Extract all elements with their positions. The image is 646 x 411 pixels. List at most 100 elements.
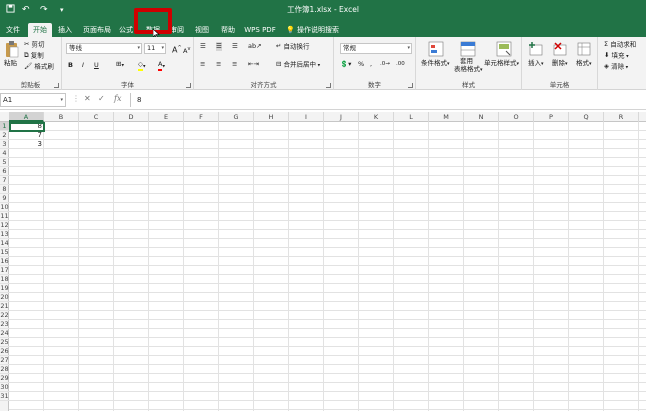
- name-box-dropdown-icon[interactable]: ▾: [60, 94, 63, 106]
- format-cells-icon[interactable]: [576, 41, 592, 57]
- clipboard-launcher-icon[interactable]: [54, 83, 59, 88]
- tab-help[interactable]: 帮助: [216, 23, 240, 37]
- borders-button[interactable]: ⊞▾: [116, 60, 124, 71]
- conditional-format-icon[interactable]: [428, 41, 444, 57]
- column-header[interactable]: I: [289, 112, 324, 122]
- row-header[interactable]: 20: [0, 293, 9, 302]
- row-header[interactable]: 24: [0, 329, 9, 338]
- row-header[interactable]: 3: [0, 140, 9, 149]
- row-header[interactable]: 19: [0, 284, 9, 293]
- column-header[interactable]: A: [9, 112, 44, 122]
- font-name-select[interactable]: 等线 ▾: [66, 43, 142, 54]
- row-header[interactable]: 18: [0, 275, 9, 284]
- shrink-font-button[interactable]: Av: [183, 45, 190, 56]
- align-left-icon[interactable]: ≡: [200, 60, 205, 69]
- delete-cells-button[interactable]: 删除▾: [552, 59, 568, 69]
- indent-icon[interactable]: ⇤⇥: [248, 60, 259, 69]
- format-as-table-button[interactable]: 表格格式▾: [454, 65, 483, 75]
- cut-button[interactable]: ✂ 剪切: [24, 40, 45, 50]
- row-header[interactable]: 9: [0, 194, 9, 203]
- align-right-icon[interactable]: ≡: [232, 60, 237, 69]
- tab-wps-pdf[interactable]: WPS PDF: [242, 23, 278, 37]
- column-header[interactable]: J: [324, 112, 359, 122]
- column-header[interactable]: O: [499, 112, 534, 122]
- column-header[interactable]: K: [359, 112, 394, 122]
- row-header[interactable]: 25: [0, 338, 9, 347]
- row-header[interactable]: 23: [0, 320, 9, 329]
- row-header[interactable]: 14: [0, 239, 9, 248]
- row-header[interactable]: 17: [0, 266, 9, 275]
- row-header[interactable]: 5: [0, 158, 9, 167]
- cell-styles-button[interactable]: 单元格样式▾: [484, 59, 519, 69]
- row-header[interactable]: 10: [0, 203, 9, 212]
- row-header[interactable]: 13: [0, 230, 9, 239]
- underline-button[interactable]: U: [94, 61, 99, 70]
- percent-icon[interactable]: %: [358, 60, 364, 69]
- autosum-button[interactable]: Σ 自动求和: [604, 40, 636, 50]
- bold-button[interactable]: B: [68, 61, 73, 70]
- tab-page-layout[interactable]: 页面布局: [80, 23, 114, 37]
- column-header[interactable]: N: [464, 112, 499, 122]
- row-header[interactable]: 4: [0, 149, 9, 158]
- delete-cells-icon[interactable]: [552, 41, 568, 57]
- column-header[interactable]: R: [604, 112, 639, 122]
- column-header[interactable]: D: [114, 112, 149, 122]
- row-header[interactable]: 31: [0, 392, 9, 401]
- row-header[interactable]: 29: [0, 374, 9, 383]
- row-header[interactable]: 6: [0, 167, 9, 176]
- row-header[interactable]: 11: [0, 212, 9, 221]
- conditional-format-button[interactable]: 条件格式▾: [421, 59, 450, 69]
- format-as-table-icon[interactable]: [460, 41, 476, 57]
- column-header[interactable]: F: [184, 112, 219, 122]
- row-header[interactable]: 30: [0, 383, 9, 392]
- align-center-icon[interactable]: ≡: [216, 60, 221, 69]
- tab-home[interactable]: 开始: [28, 23, 52, 37]
- number-format-select[interactable]: 常规 ▾: [340, 43, 412, 54]
- paste-icon[interactable]: [4, 41, 20, 58]
- increase-decimal-icon[interactable]: .0→: [380, 60, 390, 69]
- worksheet-grid[interactable]: 8 7 3: [9, 122, 646, 411]
- tab-view[interactable]: 视图: [190, 23, 214, 37]
- font-size-select[interactable]: 11 ▾: [144, 43, 166, 54]
- insert-cells-icon[interactable]: [528, 41, 544, 57]
- column-header[interactable]: M: [429, 112, 464, 122]
- column-header[interactable]: E: [149, 112, 184, 122]
- formula-input[interactable]: 8: [130, 93, 642, 107]
- row-header[interactable]: 7: [0, 176, 9, 185]
- row-header[interactable]: 2: [0, 131, 9, 140]
- cancel-icon[interactable]: ✕: [84, 94, 91, 103]
- fill-color-button[interactable]: ◇▾: [138, 60, 146, 72]
- column-header[interactable]: Q: [569, 112, 604, 122]
- row-header[interactable]: 16: [0, 257, 9, 266]
- row-header[interactable]: 21: [0, 302, 9, 311]
- accounting-format-icon[interactable]: 💲▾: [340, 60, 351, 69]
- row-header[interactable]: 15: [0, 248, 9, 257]
- column-header[interactable]: B: [44, 112, 79, 122]
- tab-insert[interactable]: 插入: [54, 23, 76, 37]
- row-header[interactable]: 26: [0, 347, 9, 356]
- font-color-button[interactable]: A▾: [158, 60, 165, 72]
- name-box[interactable]: A1 ▾: [0, 93, 66, 107]
- column-header[interactable]: P: [534, 112, 569, 122]
- cell-a3[interactable]: 3: [9, 140, 44, 149]
- insert-function-icon[interactable]: fx: [114, 94, 121, 103]
- column-header[interactable]: C: [79, 112, 114, 122]
- cell-a2[interactable]: 7: [9, 131, 44, 140]
- orientation-icon[interactable]: ab↗: [248, 42, 262, 51]
- column-header[interactable]: H: [254, 112, 289, 122]
- row-header[interactable]: 27: [0, 356, 9, 365]
- comma-style-icon[interactable]: ,: [370, 60, 372, 69]
- fill-button[interactable]: ⬇ 填充 ▾: [604, 51, 629, 62]
- copy-button[interactable]: ⧉ 复制: [24, 51, 44, 61]
- cell-styles-icon[interactable]: [496, 41, 512, 57]
- italic-button[interactable]: I: [82, 61, 84, 70]
- font-launcher-icon[interactable]: [186, 83, 191, 88]
- decrease-decimal-icon[interactable]: .00: [396, 60, 405, 69]
- row-header[interactable]: 8: [0, 185, 9, 194]
- enter-icon[interactable]: ✓: [98, 94, 105, 103]
- row-header[interactable]: 12: [0, 221, 9, 230]
- insert-cells-button[interactable]: 插入▾: [528, 59, 544, 69]
- wrap-text-button[interactable]: ↵ 自动换行: [276, 42, 310, 52]
- grow-font-button[interactable]: A^: [172, 44, 182, 55]
- format-cells-button[interactable]: 格式▾: [576, 59, 592, 69]
